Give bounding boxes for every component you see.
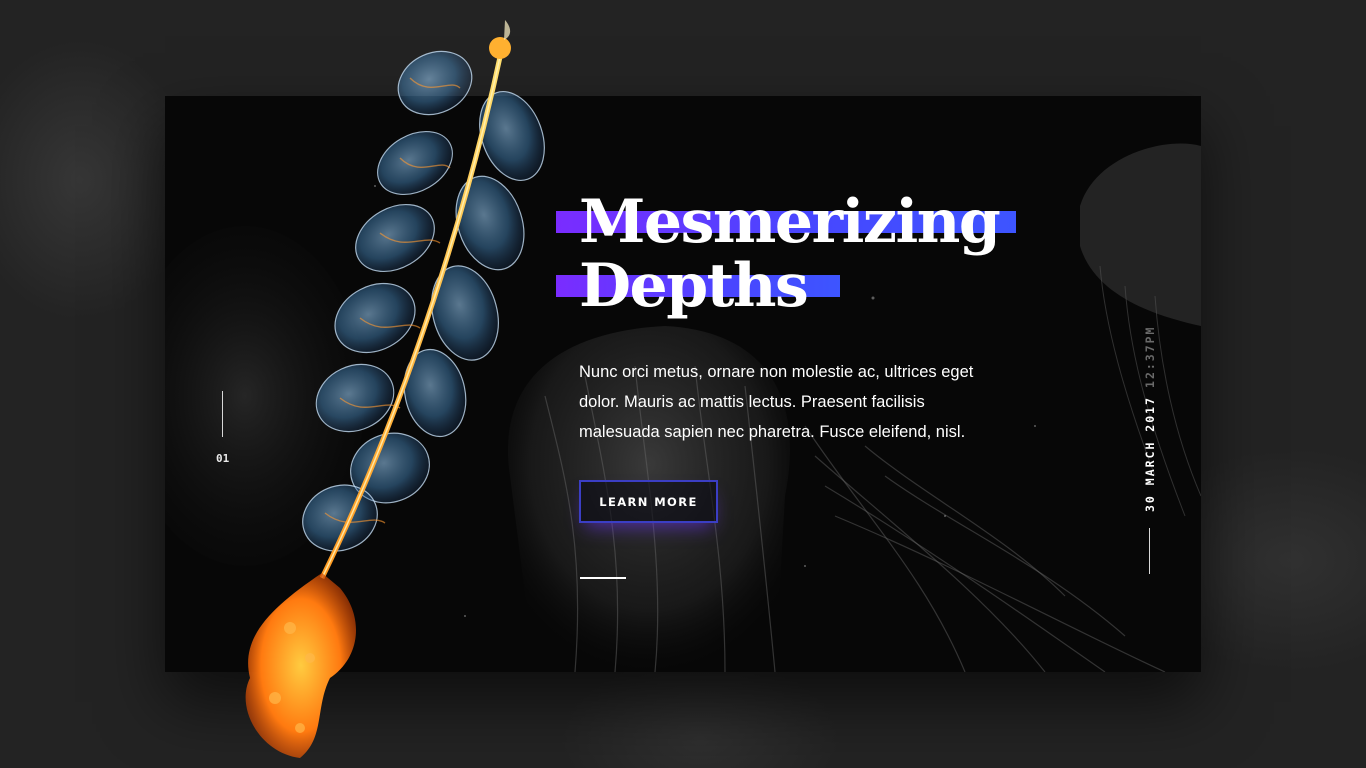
content-divider xyxy=(580,577,626,579)
headline-line: Mesmerizing xyxy=(579,187,1001,257)
hero-headline: Mesmerizing Depths xyxy=(579,190,1139,318)
date-stamp: 30 MARCH 2017 12:37PM xyxy=(1143,326,1157,512)
date-text: 30 MARCH 2017 xyxy=(1143,395,1157,512)
date-indicator-line xyxy=(1149,528,1150,574)
slide-indicator-line xyxy=(222,391,223,437)
time-text: 12:37PM xyxy=(1143,325,1157,388)
hero-body-text: Nunc orci metus, ornare non molestie ac,… xyxy=(579,363,974,441)
siphonophore-illustration xyxy=(245,20,545,758)
learn-more-button[interactable]: LEARN MORE xyxy=(579,480,718,523)
headline-line: Depths xyxy=(579,251,809,321)
